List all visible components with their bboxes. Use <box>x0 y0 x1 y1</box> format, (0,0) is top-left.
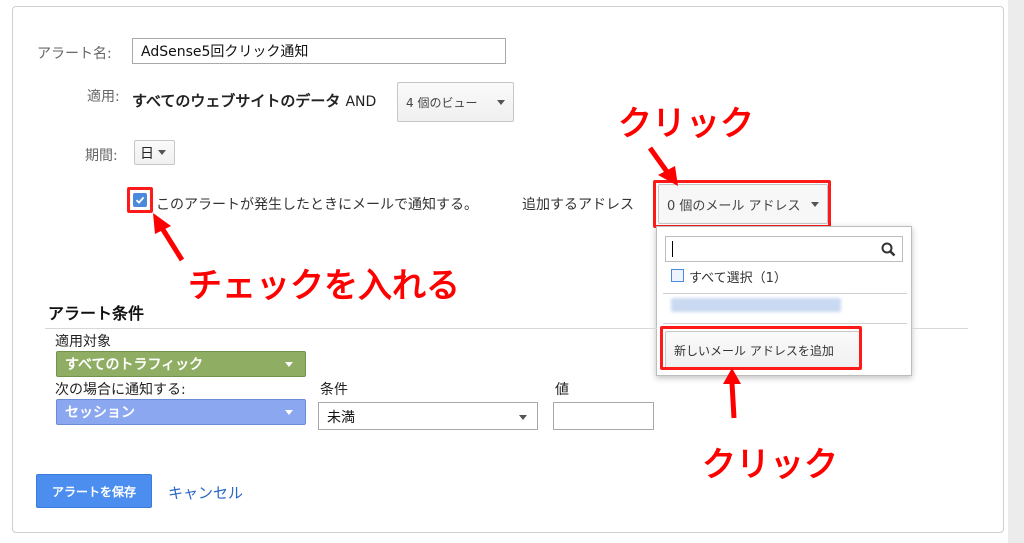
notify-when-label: 次の場合に通知する: <box>55 382 186 398</box>
applies-to-label: 適用対象 <box>55 334 111 350</box>
save-alert-label: アラートを保存 <box>51 484 136 499</box>
chevron-down-icon <box>285 362 293 367</box>
arrow-line-checkbox <box>159 226 185 262</box>
traffic-dropdown-button[interactable]: すべてのトラフィック <box>56 351 306 377</box>
chevron-down-icon <box>519 415 527 420</box>
cancel-link[interactable]: キャンセル <box>168 482 243 503</box>
conditions-divider-right <box>912 328 968 329</box>
chevron-down-icon <box>285 410 293 415</box>
condition-select[interactable]: 未満 <box>318 402 538 430</box>
arrow-line-bottom <box>729 382 737 419</box>
metric-dropdown-label: セッション <box>65 405 135 421</box>
conditions-divider <box>45 328 657 329</box>
traffic-dropdown-label: すべてのトラフィック <box>65 357 204 373</box>
arrow-head-bottom <box>723 368 741 384</box>
condition-select-value: 未満 <box>327 410 355 426</box>
conditions-title: アラート条件 <box>48 304 145 323</box>
condition-label: 条件 <box>320 382 348 398</box>
annotation-arrows <box>153 146 741 419</box>
metric-dropdown-button[interactable]: セッション <box>56 399 306 425</box>
value-label: 値 <box>555 382 569 398</box>
value-input[interactable] <box>553 402 654 430</box>
save-alert-button[interactable]: アラートを保存 <box>36 474 152 508</box>
